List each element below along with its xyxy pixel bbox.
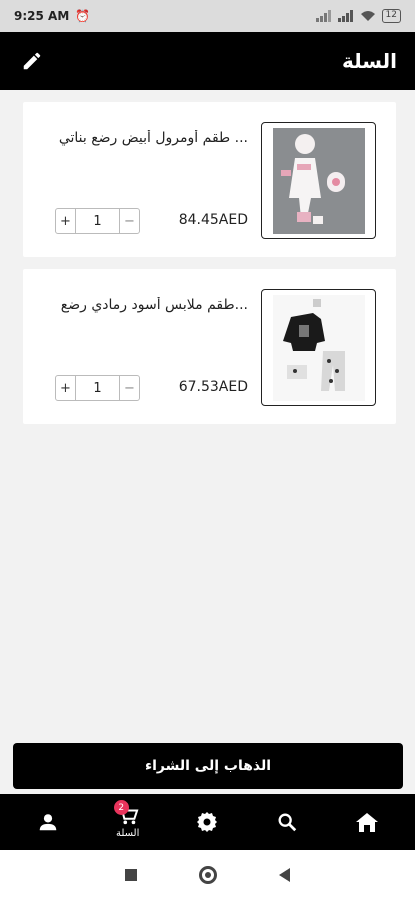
product-image[interactable] bbox=[261, 289, 376, 406]
nav-settings[interactable] bbox=[177, 794, 237, 850]
pencil-icon[interactable] bbox=[18, 47, 46, 75]
home-button[interactable] bbox=[199, 866, 217, 884]
decrease-quantity-button[interactable]: − bbox=[119, 209, 139, 233]
recents-button[interactable] bbox=[125, 869, 137, 881]
checkout-button[interactable]: الذهاب إلى الشراء bbox=[13, 743, 403, 789]
gear-icon bbox=[197, 812, 218, 832]
product-thumbnail-outfit bbox=[272, 294, 365, 401]
alarm-icon: ⏰ bbox=[75, 9, 91, 23]
signal-icon-2 bbox=[337, 10, 353, 22]
system-navigation-bar bbox=[0, 850, 415, 900]
wifi-icon bbox=[360, 11, 375, 21]
signal-icon bbox=[315, 10, 331, 22]
search-icon bbox=[278, 813, 297, 832]
quantity-stepper: + 1 − bbox=[55, 375, 140, 401]
nav-search[interactable] bbox=[257, 794, 317, 850]
battery-icon: 12 bbox=[381, 9, 401, 23]
person-icon bbox=[39, 814, 57, 831]
bottom-nav: السلة 2 bbox=[0, 794, 415, 850]
quantity-value[interactable]: 1 bbox=[76, 381, 119, 396]
quantity-stepper: + 1 − bbox=[55, 208, 140, 234]
product-price: 67.53AED bbox=[178, 379, 248, 395]
cart-item[interactable]: طقم ملابس أسود رمادي رضع... 67.53AED + 1… bbox=[23, 269, 396, 424]
quantity-value[interactable]: 1 bbox=[76, 214, 119, 229]
product-name[interactable]: طقم أومرول أبيض رضع بناتي ... bbox=[48, 130, 248, 146]
back-button[interactable] bbox=[279, 868, 290, 882]
product-name[interactable]: طقم ملابس أسود رمادي رضع... bbox=[48, 297, 248, 313]
cart-list: طقم أومرول أبيض رضع بناتي ... 84.45AED +… bbox=[23, 102, 396, 436]
nav-home[interactable] bbox=[337, 794, 397, 850]
home-icon bbox=[356, 813, 379, 832]
status-bar: 9:25 AM ⏰ 12 bbox=[0, 0, 415, 32]
nav-cart-label: السلة bbox=[115, 827, 140, 839]
product-price: 84.45AED bbox=[178, 212, 248, 228]
app-header: السلة bbox=[0, 32, 415, 90]
status-icons: 12 bbox=[315, 9, 401, 23]
nav-cart[interactable]: السلة 2 bbox=[98, 794, 158, 850]
cart-item[interactable]: طقم أومرول أبيض رضع بناتي ... 84.45AED +… bbox=[23, 102, 396, 257]
cart-count-badge: 2 bbox=[113, 800, 129, 815]
product-thumbnail-romper bbox=[272, 127, 365, 234]
increase-quantity-button[interactable]: + bbox=[56, 376, 76, 400]
increase-quantity-button[interactable]: + bbox=[56, 209, 76, 233]
nav-profile[interactable] bbox=[18, 794, 78, 850]
product-image[interactable] bbox=[261, 122, 376, 239]
decrease-quantity-button[interactable]: − bbox=[119, 376, 139, 400]
status-time: 9:25 AM bbox=[14, 9, 70, 23]
page-title: السلة bbox=[341, 49, 397, 73]
